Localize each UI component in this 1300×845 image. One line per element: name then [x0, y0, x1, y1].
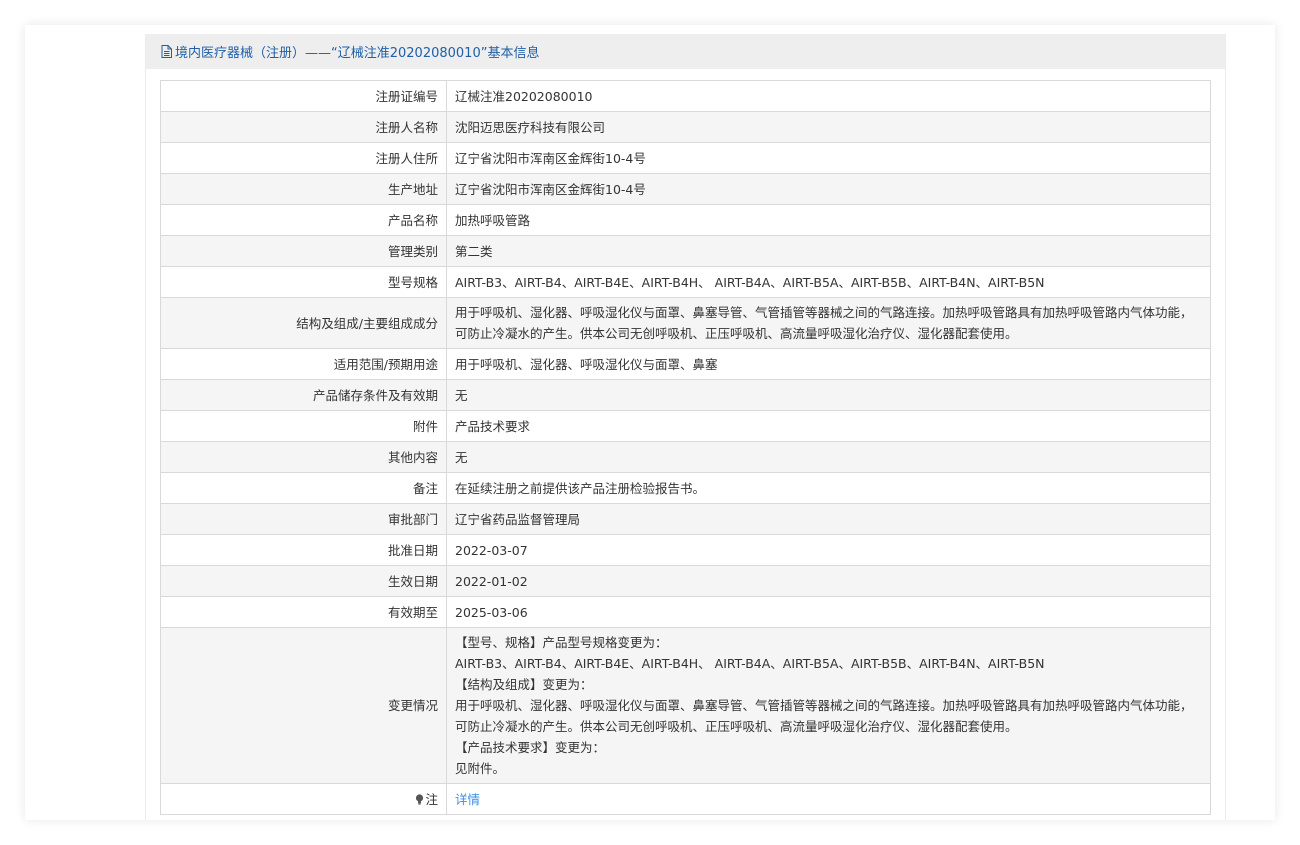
row-label: 附件: [160, 410, 447, 442]
row-value: AIRT-B3、AIRT-B4、AIRT-B4E、AIRT-B4H、 AIRT-…: [446, 266, 1211, 298]
info-panel: 境内医疗器械（注册）——“辽械注准20202080010”基本信息 注册证编号 …: [145, 34, 1226, 820]
row-label: 有效期至: [160, 596, 447, 628]
row-value: 沈阳迈思医疗科技有限公司: [446, 111, 1211, 143]
row-value: 辽宁省药品监督管理局: [446, 503, 1211, 535]
table-row: 产品名称 加热呼吸管路: [160, 204, 1211, 236]
value-line: 用于呼吸机、湿化器、呼吸湿化仪与面罩、鼻塞导管、气管插管等器械之间的气路连接。加…: [455, 698, 1193, 713]
lightbulb-icon: [416, 793, 424, 805]
table-row: 生效日期 2022-01-02: [160, 565, 1211, 597]
row-value: 用于呼吸机、湿化器、呼吸湿化仪与面罩、鼻塞: [446, 348, 1211, 380]
row-value: 【型号、规格】产品型号规格变更为： AIRT-B3、AIRT-B4、AIRT-B…: [446, 627, 1211, 784]
value-line: 【结构及组成】变更为：: [455, 677, 593, 692]
row-label: 型号规格: [160, 266, 447, 298]
note-label-cell: 注: [160, 783, 447, 815]
value-line: AIRT-B3、AIRT-B4、AIRT-B4E、AIRT-B4H、 AIRT-…: [455, 656, 1045, 671]
value-line: 【型号、规格】产品型号规格变更为：: [455, 635, 668, 650]
row-value: 2022-01-02: [446, 565, 1211, 597]
note-label: 注: [425, 791, 438, 807]
details-link[interactable]: 详情: [455, 792, 480, 807]
row-label: 生效日期: [160, 565, 447, 597]
row-value: 无: [446, 441, 1211, 473]
table-row: 批准日期 2022-03-07: [160, 534, 1211, 566]
page-card: 境内医疗器械（注册）——“辽械注准20202080010”基本信息 注册证编号 …: [25, 25, 1275, 820]
row-value: 在延续注册之前提供该产品注册检验报告书。: [446, 472, 1211, 504]
row-value: 2022-03-07: [446, 534, 1211, 566]
table-row: 备注 在延续注册之前提供该产品注册检验报告书。: [160, 472, 1211, 504]
table-row: 有效期至 2025-03-06: [160, 596, 1211, 628]
value-line: 可防止冷凝水的产生。供本公司无创呼吸机、正压呼吸机、高流量呼吸湿化治疗仪、湿化器…: [455, 326, 1018, 341]
row-label: 注册证编号: [160, 80, 447, 112]
table-row: 型号规格 AIRT-B3、AIRT-B4、AIRT-B4E、AIRT-B4H、 …: [160, 266, 1211, 298]
value-line: 【产品技术要求】变更为：: [455, 740, 606, 755]
value-line: 用于呼吸机、湿化器、呼吸湿化仪与面罩、鼻塞导管、气管插管等器械之间的气路连接。加…: [455, 305, 1193, 320]
row-label: 管理类别: [160, 235, 447, 267]
row-value: 辽宁省沈阳市浑南区金辉街10-4号: [446, 173, 1211, 205]
table-row: 变更情况 【型号、规格】产品型号规格变更为： AIRT-B3、AIRT-B4、A…: [160, 627, 1211, 784]
row-value: 第二类: [446, 235, 1211, 267]
table-row: 注册人住所 辽宁省沈阳市浑南区金辉街10-4号: [160, 142, 1211, 174]
table-row: 生产地址 辽宁省沈阳市浑南区金辉街10-4号: [160, 173, 1211, 205]
row-value: 2025-03-06: [446, 596, 1211, 628]
row-value: 产品技术要求: [446, 410, 1211, 442]
table-row: 注册人名称 沈阳迈思医疗科技有限公司: [160, 111, 1211, 143]
row-value: 加热呼吸管路: [446, 204, 1211, 236]
table-row: 注册证编号 辽械注准20202080010: [160, 80, 1211, 112]
row-label: 结构及组成/主要组成成分: [160, 297, 447, 349]
table-row: 适用范围/预期用途 用于呼吸机、湿化器、呼吸湿化仪与面罩、鼻塞: [160, 348, 1211, 380]
table-row: 结构及组成/主要组成成分 用于呼吸机、湿化器、呼吸湿化仪与面罩、鼻塞导管、气管插…: [160, 297, 1211, 349]
row-label: 批准日期: [160, 534, 447, 566]
panel-title: 境内医疗器械（注册）——“辽械注准20202080010”基本信息: [175, 46, 540, 61]
value-line: 可防止冷凝水的产生。供本公司无创呼吸机、正压呼吸机、高流量呼吸湿化治疗仪、湿化器…: [455, 719, 1018, 734]
value-line: 见附件。: [455, 761, 506, 776]
row-value: 详情: [446, 783, 1211, 815]
row-label: 注册人名称: [160, 111, 447, 143]
row-label: 产品名称: [160, 204, 447, 236]
row-label: 产品储存条件及有效期: [160, 379, 447, 411]
row-label: 其他内容: [160, 441, 447, 473]
row-label: 生产地址: [160, 173, 447, 205]
row-label: 审批部门: [160, 503, 447, 535]
row-value: 无: [446, 379, 1211, 411]
row-label: 备注: [160, 472, 447, 504]
table-row: 产品储存条件及有效期 无: [160, 379, 1211, 411]
table-row: 附件 产品技术要求: [160, 410, 1211, 442]
row-value: 辽械注准20202080010: [446, 80, 1211, 112]
row-value: 辽宁省沈阳市浑南区金辉街10-4号: [446, 142, 1211, 174]
row-label: 变更情况: [160, 627, 447, 784]
row-value: 用于呼吸机、湿化器、呼吸湿化仪与面罩、鼻塞导管、气管插管等器械之间的气路连接。加…: [446, 297, 1211, 349]
table-row: 管理类别 第二类: [160, 235, 1211, 267]
table-row: 注 详情: [160, 783, 1211, 815]
row-label: 注册人住所: [160, 142, 447, 174]
table-row: 其他内容 无: [160, 441, 1211, 473]
info-table: 注册证编号 辽械注准20202080010 注册人名称 沈阳迈思医疗科技有限公司…: [160, 80, 1211, 815]
document-icon: [161, 45, 172, 58]
table-row: 审批部门 辽宁省药品监督管理局: [160, 503, 1211, 535]
panel-header: 境内医疗器械（注册）——“辽械注准20202080010”基本信息: [146, 34, 1225, 69]
row-label: 适用范围/预期用途: [160, 348, 447, 380]
